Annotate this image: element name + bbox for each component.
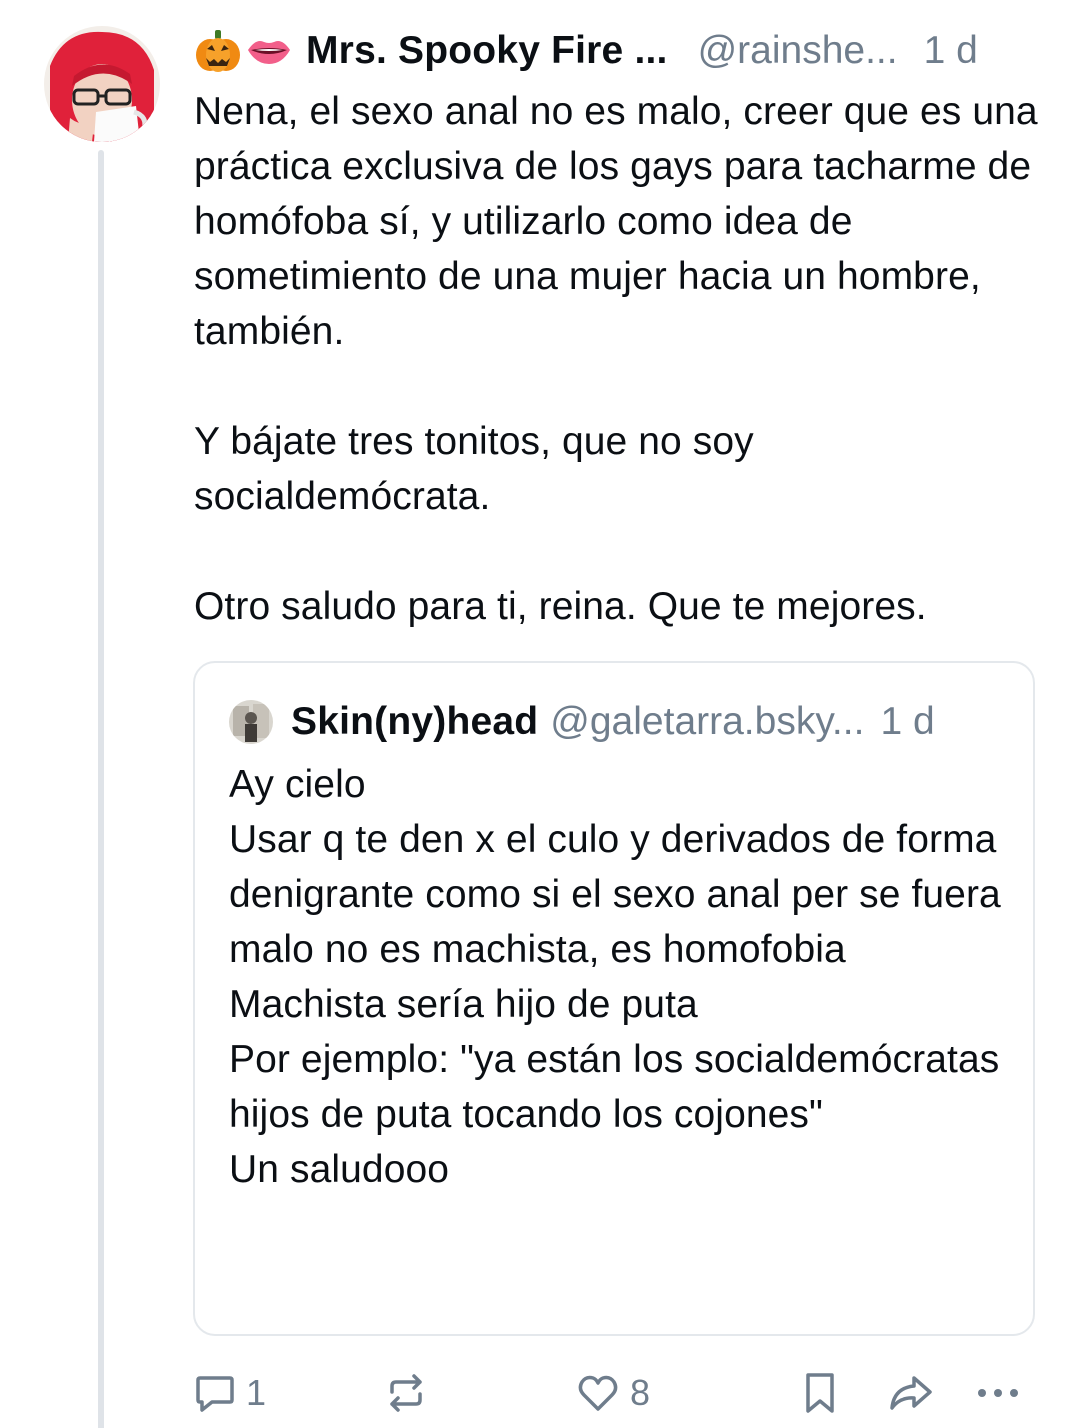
post-action-bar: 1 8 [194, 1366, 1054, 1420]
pumpkin-icon [194, 24, 242, 78]
quote-post-header: Skin(ny)head @galetarra.bsky... 1 d [229, 697, 935, 747]
more-options-button[interactable] [974, 1366, 1022, 1420]
quote-post-text: Ay cielo Usar q te den x el culo y deriv… [229, 763, 1001, 1191]
post-header: Mrs. Spooky Fire ... @rainshe... 1 d [194, 24, 1044, 78]
author-avatar[interactable] [44, 26, 160, 142]
like-count: 8 [630, 1372, 651, 1413]
quote-post-card[interactable]: Skin(ny)head @galetarra.bsky... 1 d Ay c… [193, 661, 1035, 1336]
bookmark-icon [806, 1373, 834, 1413]
reply-count: 1 [246, 1372, 267, 1413]
quote-author-handle[interactable]: @galetarra.bsky... [550, 700, 864, 744]
thread-line [98, 150, 104, 1428]
quote-timestamp[interactable]: 1 d [880, 700, 934, 744]
quote-author-avatar[interactable] [229, 700, 273, 744]
bookmark-button[interactable] [802, 1366, 838, 1420]
share-arrow-icon [890, 1376, 932, 1410]
reply-button[interactable]: 1 [194, 1366, 266, 1420]
heart-icon [578, 1375, 618, 1411]
lips-icon [246, 24, 292, 78]
quote-author-display-name[interactable]: Skin(ny)head [291, 700, 538, 744]
share-button[interactable] [886, 1366, 934, 1420]
author-display-name[interactable]: Mrs. Spooky Fire ... [306, 24, 668, 78]
repost-button[interactable] [384, 1366, 438, 1420]
repost-icon [390, 1374, 422, 1412]
author-handle[interactable]: @rainshe... [698, 24, 898, 78]
ellipsis-icon [978, 1389, 1018, 1397]
like-button[interactable]: 8 [576, 1366, 650, 1420]
author-avatar-image [44, 26, 160, 142]
quote-author-avatar-image [229, 700, 273, 744]
reply-icon [196, 1376, 234, 1412]
post-timestamp[interactable]: 1 d [924, 24, 978, 78]
post-text: Nena, el sexo anal no es malo, creer que… [194, 90, 1038, 628]
